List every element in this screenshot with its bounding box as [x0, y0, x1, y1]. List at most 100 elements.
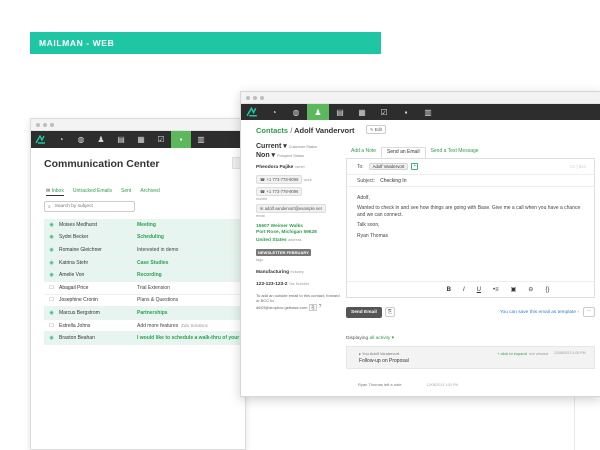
table-row[interactable]: ☐ Josephine Cronin Plans & Questions [44, 295, 245, 308]
tracked-icon[interactable]: ◉ [44, 310, 59, 316]
customer-status[interactable]: Current ▾ Customer Status [256, 142, 344, 150]
row-name: Katrina Stehr [59, 259, 89, 266]
cc-bcc-link[interactable]: Cc | Bcc [570, 164, 586, 169]
calendar-icon[interactable]: ▦ [131, 131, 151, 148]
row-subject[interactable]: Add more features [137, 323, 178, 329]
italic-icon[interactable]: I [463, 287, 465, 293]
help-icon[interactable]: ? [319, 304, 322, 310]
row-subject[interactable]: Plans & Questions [137, 297, 178, 303]
contacts-icon[interactable]: ▤ [111, 131, 131, 148]
subject-row[interactable]: Subject: Checking In [347, 175, 594, 187]
checkbox-icon[interactable]: ☐ [44, 323, 59, 329]
edit-button[interactable]: ✎ Edit [366, 125, 386, 134]
chat-icon[interactable]: ▪ [395, 104, 417, 120]
tab-inbox[interactable]: ✉ Inbox [46, 188, 64, 196]
code-icon[interactable]: {} [545, 287, 549, 293]
checkbox-icon[interactable]: ☐ [44, 297, 59, 303]
bar-chart-icon[interactable]: ▥ [417, 104, 439, 120]
formatting-toolbar: B I U •≡ ▣ ⊖ {} [347, 281, 594, 297]
activity-meta-text: You Adolf Vandervort [362, 351, 400, 356]
more-options-icon[interactable]: ··· [583, 307, 595, 317]
add-recipient-icon[interactable]: + [411, 163, 419, 170]
prospect-status[interactable]: Non ▾ Prospect Status [256, 151, 344, 159]
table-row[interactable]: ☐ Estrella Johns Add more features Zulu Sol… [44, 320, 245, 333]
phone-work[interactable]: ☎ +1 773-778-9096 [256, 175, 303, 184]
window-dot[interactable] [246, 95, 250, 100]
tracked-icon[interactable]: ◉ [44, 247, 59, 253]
window-dot[interactable] [36, 122, 40, 127]
table-row[interactable]: ◉ Braxton Beahan I would like to schedule … [44, 332, 245, 345]
window-dot[interactable] [253, 95, 257, 100]
table-row[interactable]: ☐ Abagail Price Trial Extension [44, 282, 245, 295]
table-row[interactable]: ◉ Amelie Von Recording [44, 269, 245, 282]
tab-untracked-emails[interactable]: Untracked Emails [73, 188, 112, 196]
subject-input[interactable]: Checking In [380, 178, 406, 184]
window-dot[interactable] [43, 122, 47, 127]
recipient-chip[interactable]: Adolf Vandervort [368, 163, 409, 170]
activity-note-text: Ryan Thomas left a note [358, 382, 402, 387]
phone-work-label: work [303, 178, 312, 182]
tracked-icon[interactable]: ◉ [44, 260, 59, 266]
phone-mobile[interactable]: ☎ +1 773-778-9096 [256, 187, 303, 196]
email-body[interactable]: Adolf, Wanted to check in and see how th… [347, 187, 594, 239]
tracked-icon[interactable]: ◉ [44, 335, 59, 341]
underline-icon[interactable]: U [477, 287, 481, 293]
chat-icon[interactable]: ▪ [171, 131, 191, 148]
activity-filter-dropdown[interactable]: all activity ▾ [369, 336, 394, 341]
window-dot[interactable] [260, 95, 264, 100]
tracked-icon[interactable]: ◉ [44, 234, 59, 240]
expand-link[interactable]: + click to expand [497, 351, 527, 356]
row-subject[interactable]: Scheduling [137, 234, 164, 240]
checklist-icon[interactable]: ☑ [151, 131, 171, 148]
link-icon[interactable]: ⊖ [528, 286, 533, 293]
table-row[interactable]: ◉ Moises Medhurst Meeting [44, 219, 245, 232]
row-subject[interactable]: Case Studies [137, 260, 168, 266]
globe-icon[interactable]: ◍ [285, 104, 307, 120]
tag-badge[interactable]: NEWSLETTER FEBRUARY [256, 249, 311, 257]
activity-item[interactable]: Ryan Thomas left a note 12/08/2013 1:00 … [358, 382, 458, 387]
checklist-icon[interactable]: ☑ [373, 104, 395, 120]
logo-icon[interactable] [241, 104, 263, 120]
row-subject[interactable]: I would like to schedule a walk-thru of … [137, 335, 239, 341]
row-subject[interactable]: Meeting [137, 222, 156, 228]
person-icon[interactable]: ♟ [307, 104, 329, 120]
table-row[interactable]: ◉ Romaine Gleichner Interested in demo [44, 244, 245, 257]
row-subject[interactable]: Trial Extension [137, 285, 170, 291]
calendar-icon[interactable]: ▦ [351, 104, 373, 120]
owner-name[interactable]: Pheodora Pajike [256, 165, 293, 170]
person-icon[interactable]: ♟ [91, 131, 111, 148]
window-dot[interactable] [50, 122, 54, 127]
image-icon[interactable]: ▣ [511, 286, 517, 293]
tracked-icon[interactable]: ◉ [44, 222, 59, 228]
tab-sent[interactable]: Sent [121, 188, 131, 196]
globe-icon[interactable]: ◍ [71, 131, 91, 148]
save-template-link[interactable]: You can save this email as template › [500, 310, 579, 315]
speedometer-icon[interactable]: ◔ [51, 131, 71, 148]
row-subject[interactable]: Recording [137, 272, 162, 278]
checkbox-icon[interactable]: ☐ [44, 285, 59, 291]
contacts-icon[interactable]: ▤ [329, 104, 351, 120]
table-row[interactable]: ◉ Marcus Bergstrom Partnerships [44, 307, 245, 320]
table-row[interactable]: ◉ Katrina Stehr Case Studies [44, 256, 245, 270]
copy-icon[interactable]: ⎘ [309, 303, 317, 311]
tab-archived[interactable]: Archived [140, 188, 159, 196]
address-line3[interactable]: United States [256, 238, 287, 243]
bold-icon[interactable]: B [447, 287, 451, 293]
logo-icon[interactable] [31, 131, 51, 148]
breadcrumb-contacts[interactable]: Contacts [256, 126, 288, 135]
tracked-icon[interactable]: ◉ [44, 272, 59, 278]
row-name: Josephine Cronin [59, 297, 98, 304]
table-row[interactable]: ◉ Sydni Becker Scheduling [44, 231, 245, 245]
attachment-icon[interactable]: ⎘ [384, 307, 395, 317]
row-subject[interactable]: Partnerships [137, 310, 168, 316]
tab-inbox-label: Inbox [51, 188, 64, 194]
list-icon[interactable]: •≡ [493, 287, 499, 293]
customer-status-label: Customer Status [288, 145, 318, 149]
bar-chart-icon[interactable]: ▥ [191, 131, 211, 148]
send-email-button[interactable]: Send Email [346, 306, 382, 318]
row-subject[interactable]: Interested in demo [137, 247, 178, 253]
email-pill[interactable]: ✉ adolf.vandervort@example.net [256, 204, 326, 213]
activity-item[interactable]: ▸ You Adolf Vandervort Follow-up on Prop… [346, 346, 595, 369]
speedometer-icon[interactable]: ◔ [263, 104, 285, 120]
search-input[interactable]: ⌕ Search by subject [44, 201, 135, 212]
